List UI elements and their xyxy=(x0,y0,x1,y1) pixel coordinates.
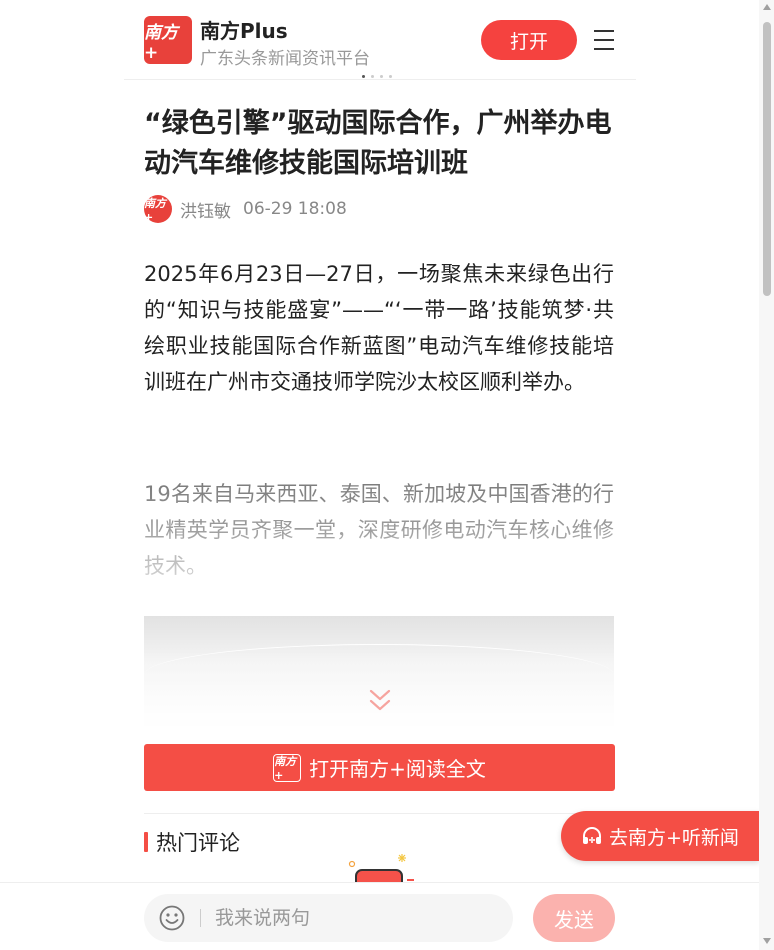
author-name[interactable]: 洪钰敏 xyxy=(180,197,231,222)
send-button[interactable]: 发送 xyxy=(533,894,615,942)
page-indicator-dots xyxy=(362,75,392,78)
listen-news-label: 去南方+听新闻 xyxy=(609,826,739,849)
read-full-label: 打开南方+阅读全文 xyxy=(309,757,486,781)
section-divider xyxy=(144,813,614,814)
scrollbar-thumb[interactable] xyxy=(763,22,771,296)
hot-comments-title: 热门评论 xyxy=(156,831,240,855)
comment-input-box[interactable] xyxy=(144,894,513,942)
publish-date: 06-29 18:08 xyxy=(243,199,347,219)
scroll-up-arrow-icon[interactable] xyxy=(763,4,771,10)
article-page: 南方+ 南方Plus 广东头条新闻资讯平台 打开 “绿色引擎”驱动国际合作，广州… xyxy=(124,0,636,950)
article-meta: 南方+ 洪钰敏 06-29 18:08 xyxy=(144,195,347,224)
scroll-down-arrow-icon[interactable] xyxy=(763,938,771,944)
listen-news-button[interactable]: 去南方+听新闻 xyxy=(561,811,759,861)
hamburger-menu-icon[interactable] xyxy=(594,30,614,50)
nanfang-logo[interactable]: 南方+ xyxy=(144,16,192,64)
open-app-button[interactable]: 打开 xyxy=(481,20,577,60)
comment-bar: 发送 xyxy=(0,882,774,950)
read-full-article-button[interactable]: 南方+ 打开南方+阅读全文 xyxy=(144,744,615,791)
app-header: 南方+ 南方Plus 广东头条新闻资讯平台 打开 xyxy=(124,0,636,80)
hot-comments-heading: 热门评论 xyxy=(144,826,240,858)
article-paragraph-faded: 19名来自马来西亚、泰国、新加坡及中国香港的行业精英学员齐聚一堂，深度研修电动汽… xyxy=(144,476,614,584)
author-avatar[interactable]: 南方+ xyxy=(144,195,172,224)
headphones-icon xyxy=(583,827,601,844)
smile-icon[interactable] xyxy=(158,904,186,932)
empty-comments-illustration-icon xyxy=(348,854,414,886)
nanfang-mini-logo-icon: 南方+ xyxy=(273,753,302,782)
brand-subtitle: 广东头条新闻资讯平台 xyxy=(200,49,370,69)
comment-input[interactable] xyxy=(215,907,475,929)
double-chevron-down-icon[interactable] xyxy=(368,688,392,714)
input-separator xyxy=(200,909,201,927)
brand-name: 南方Plus xyxy=(200,19,288,43)
page-scrollbar[interactable] xyxy=(759,0,774,950)
article-paragraph: 2025年6月23日—27日，一场聚焦未来绿色出行的“知识与技能盛宴”——“‘一… xyxy=(144,262,614,394)
article-title: “绿色引擎”驱动国际合作，广州举办电动汽车维修技能国际培训班 xyxy=(144,108,612,179)
